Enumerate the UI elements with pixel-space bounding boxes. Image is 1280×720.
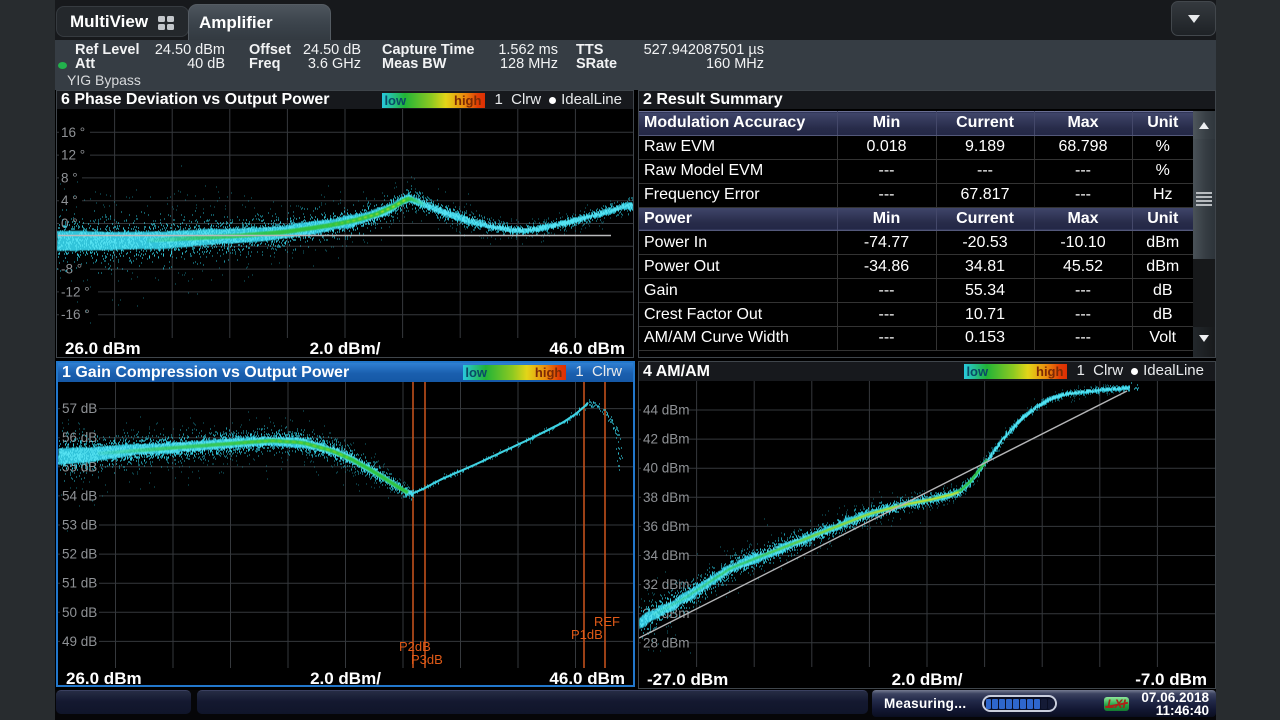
svg-text:P1dB: P1dB [571, 627, 603, 642]
svg-text:28 dBm: 28 dBm [643, 635, 690, 650]
svg-text:REF: REF [594, 614, 620, 629]
svg-text:36 dBm: 36 dBm [643, 519, 690, 534]
svg-text:44 dBm: 44 dBm [643, 403, 690, 418]
svg-text:51 dB: 51 dB [62, 576, 97, 591]
svg-text:-16 °: -16 ° [61, 307, 90, 322]
svg-text:52 dB: 52 dB [62, 547, 97, 562]
svg-text:16 °: 16 ° [61, 125, 85, 140]
svg-text:34 dBm: 34 dBm [643, 548, 690, 563]
svg-text:-12 °: -12 ° [61, 284, 90, 299]
svg-text:12 °: 12 ° [61, 148, 85, 163]
svg-text:32 dBm: 32 dBm [643, 577, 690, 592]
svg-text:-8 °: -8 ° [61, 262, 82, 277]
svg-text:57 dB: 57 dB [62, 401, 97, 416]
svg-text:53 dB: 53 dB [62, 518, 97, 533]
svg-text:8 °: 8 ° [61, 170, 78, 185]
svg-text:54 dB: 54 dB [62, 488, 97, 503]
svg-text:38 dBm: 38 dBm [643, 490, 690, 505]
svg-text:50 dB: 50 dB [62, 605, 97, 620]
svg-text:49 dB: 49 dB [62, 634, 97, 649]
svg-text:40 dBm: 40 dBm [643, 461, 690, 476]
svg-text:4 °: 4 ° [61, 193, 78, 208]
svg-text:42 dBm: 42 dBm [643, 432, 690, 447]
svg-text:P3dB: P3dB [411, 652, 443, 667]
